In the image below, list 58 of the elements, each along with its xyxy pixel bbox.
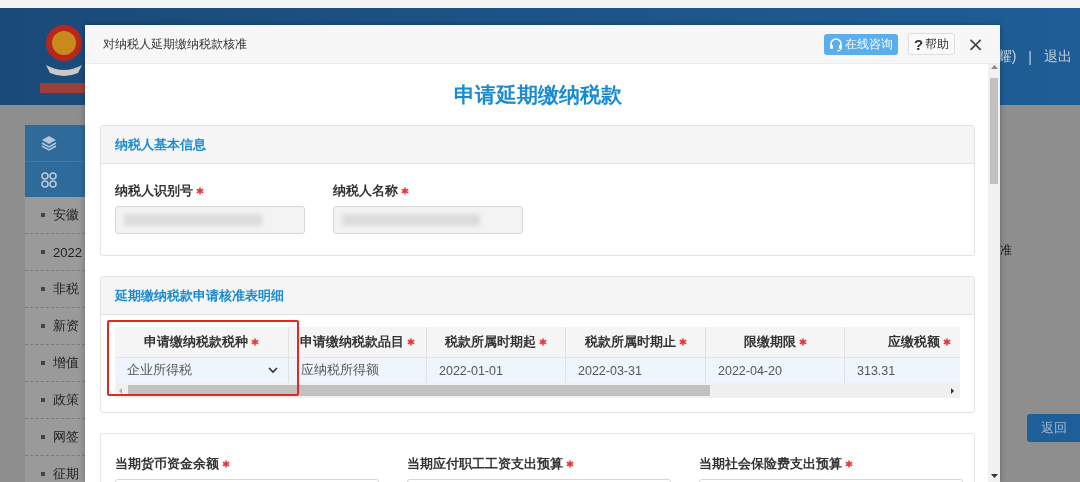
- form-heading: 申请延期缴纳税款: [452, 81, 623, 108]
- field-label: 纳税人名称: [333, 181, 398, 200]
- help-button[interactable]: ?帮助: [908, 33, 956, 55]
- column-header: 税款所属时期起: [427, 327, 566, 358]
- return-button[interactable]: 返回: [1027, 414, 1080, 442]
- column-header: 申请缴纳税款品目: [289, 327, 427, 358]
- column-header: 应缴税额: [845, 327, 960, 358]
- section-header: 纳税人基本信息: [101, 126, 974, 164]
- sidebar-item[interactable]: 网签: [53, 428, 79, 446]
- bullet-icon: [41, 324, 45, 328]
- sidebar-item[interactable]: 2022: [53, 244, 82, 260]
- sidebar-item[interactable]: 安徽: [53, 206, 79, 224]
- table-cell: 2022-04-20: [706, 358, 845, 383]
- table-cell: 2022-03-31: [566, 358, 706, 383]
- table-cell: 2022-01-01: [427, 358, 566, 383]
- bullet-icon: [41, 287, 45, 291]
- sidebar-item[interactable]: 征期: [53, 465, 79, 482]
- sidebar-item[interactable]: 增值: [53, 354, 79, 372]
- table-cell: 应纳税所得额: [289, 358, 427, 383]
- field-label: 当期货币资金余额: [115, 454, 219, 473]
- sidebar-item[interactable]: 非税: [53, 280, 79, 298]
- column-header: 限缴期限: [706, 327, 845, 358]
- field-label: 当期应付职工工资支出预算: [407, 454, 563, 473]
- layers-icon: [41, 135, 57, 151]
- content-text: 准: [1000, 242, 1012, 259]
- scroll-right-icon: [950, 387, 955, 394]
- field-label: 当期社会保险费支出预算: [699, 454, 842, 473]
- sidebar-menu[interactable]: [25, 161, 85, 197]
- bullet-icon: [41, 398, 45, 402]
- separator: |: [1028, 48, 1032, 65]
- horizontal-scrollbar[interactable]: [115, 383, 960, 398]
- four-circles-icon: [41, 171, 57, 188]
- bullet-icon: [41, 472, 45, 476]
- bullet-icon: [41, 213, 45, 217]
- scroll-down-icon: [990, 473, 998, 479]
- sidebar-menu[interactable]: [25, 125, 85, 161]
- section-header: 延期缴纳税款申请核准表明细: [101, 277, 974, 315]
- scrollbar-thumb[interactable]: [128, 385, 710, 396]
- vertical-scrollbar[interactable]: [988, 64, 1000, 482]
- sidebar-item[interactable]: 政策: [53, 391, 79, 409]
- tax-type-dropdown[interactable]: 企业所得税: [115, 358, 289, 383]
- scroll-left-icon: [118, 387, 123, 394]
- chevron-down-icon: [268, 367, 278, 374]
- sidebar-item[interactable]: 新资: [53, 317, 79, 335]
- input-field[interactable]: [115, 206, 305, 234]
- bullet-icon: [41, 361, 45, 365]
- column-header: 税款所属时期止: [566, 327, 706, 358]
- field-label: 纳税人识别号: [115, 181, 193, 200]
- logout-link[interactable]: 退出: [1044, 47, 1072, 66]
- close-button[interactable]: ×: [965, 34, 986, 54]
- table-cell: 313.31: [845, 358, 960, 383]
- input-field[interactable]: [333, 206, 523, 234]
- bullet-icon: [41, 250, 45, 254]
- bullet-icon: [41, 435, 45, 439]
- scrollbar-thumb[interactable]: [990, 78, 998, 184]
- headset-icon: [829, 36, 844, 52]
- column-header: 申请缴纳税款税种: [115, 327, 289, 358]
- dialog-title: 对纳税人延期缴纳税款核准: [103, 35, 247, 53]
